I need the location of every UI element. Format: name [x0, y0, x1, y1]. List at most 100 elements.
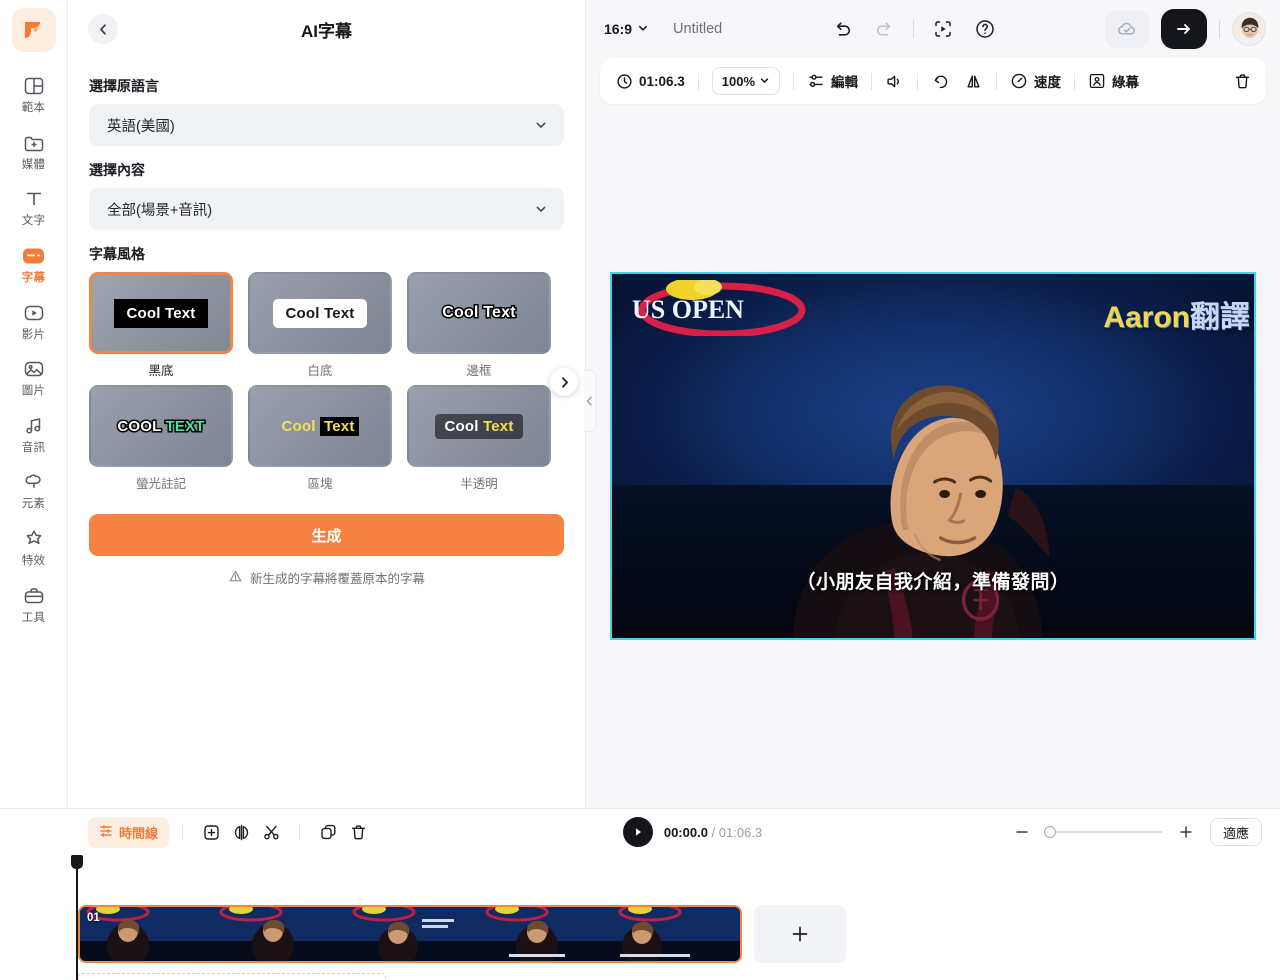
style-preview-card[interactable]: Cool Text	[248, 272, 392, 354]
style-sample-text: Cool Text	[114, 298, 208, 328]
tools-briefcase-icon	[21, 583, 47, 609]
timeline-icon	[99, 824, 113, 841]
aspect-ratio-selector[interactable]: 16:9	[604, 21, 649, 37]
timeline-region: 時間線 00:00.0 / 01:06.3 適應 01	[0, 808, 1280, 980]
timeline-clip[interactable]: 01	[78, 905, 742, 963]
style-option-block[interactable]: Cool Text 區塊	[248, 385, 392, 492]
style-preview-card[interactable]: Cool Text	[407, 272, 551, 354]
subtitle-track-placeholder[interactable]	[78, 973, 386, 980]
styles-label: 字幕風格	[89, 246, 145, 262]
cloud-save-button[interactable]	[1104, 10, 1149, 48]
timeline-tab[interactable]: 時間線	[88, 816, 170, 848]
clip-thumbnail	[479, 907, 612, 961]
play-button[interactable]	[622, 817, 653, 847]
cloud-saved-icon	[1118, 22, 1135, 35]
style-option-outline[interactable]: Cool Text 邊框	[407, 272, 551, 379]
watermark-en: Aaron	[1103, 301, 1190, 334]
zoom-level-selector[interactable]: 100%	[711, 67, 781, 95]
style-option-semi-transparent[interactable]: Cool Text 半透明	[407, 385, 551, 492]
cut-button[interactable]	[256, 817, 286, 847]
edit-button-label: 編輯	[831, 75, 859, 90]
timeline-zoom-controls: 適應	[1012, 818, 1262, 846]
preview-button[interactable]	[930, 16, 956, 42]
panel-back-button[interactable]	[88, 14, 118, 44]
style-sample-part-a: Cool	[281, 417, 320, 435]
avatar[interactable]	[1231, 12, 1266, 46]
sidebar-item-image[interactable]: 圖片	[4, 349, 64, 403]
fit-to-screen-button[interactable]: 適應	[1209, 818, 1262, 846]
us-open-logo: US OPEN	[632, 280, 806, 336]
language-select[interactable]: 英語(美國)	[89, 104, 564, 146]
sidebar-item-effects[interactable]: 特效	[4, 519, 64, 573]
style-option-label: 區塊	[307, 477, 333, 491]
sidebar-item-label: 媒體	[21, 158, 46, 171]
sidebar-item-video[interactable]: 影片	[4, 293, 64, 347]
split-button[interactable]	[226, 817, 256, 847]
style-sample-part-a: Cool	[444, 417, 483, 435]
clip-toolbar-wrap: 01:06.3 100% 編輯 速度 綠幕	[586, 58, 1280, 104]
video-canvas[interactable]: US OPEN Aaron翻譯 （小朋友自我介紹，準備發問）	[610, 272, 1256, 640]
generate-button[interactable]: 生成	[89, 514, 564, 556]
chevron-down-icon	[759, 74, 770, 89]
sidebar-item-media[interactable]: 媒體	[4, 123, 64, 177]
playhead[interactable]	[71, 855, 83, 980]
time-readout: 00:00.0 / 01:06.3	[664, 825, 762, 840]
timeline-zoom-slider[interactable]	[1043, 826, 1162, 838]
style-option-black-bg[interactable]: Cool Text 黑底	[89, 272, 233, 379]
style-option-label: 半透明	[460, 477, 498, 491]
chevron-down-icon	[534, 202, 548, 216]
clip-duration[interactable]: 01:06.3	[616, 73, 685, 90]
delete-button[interactable]	[343, 817, 373, 847]
toolbar-divider	[793, 72, 795, 90]
top-toolbar: 16:9 Untitled	[586, 0, 1280, 58]
undo-button[interactable]	[829, 16, 855, 42]
speed-button[interactable]: 速度	[1010, 71, 1061, 91]
style-option-highlight[interactable]: COOL TEXT 螢光註記	[89, 385, 233, 492]
style-preview-card[interactable]: Cool Text	[248, 385, 392, 467]
timeline-tracks: 01	[0, 855, 1280, 980]
sidebar-item-label: 元素	[21, 498, 46, 511]
sidebar-item-template[interactable]: 範本	[4, 66, 64, 120]
sidebar-item-tools[interactable]: 工具	[4, 576, 64, 630]
panel-collapse-handle[interactable]	[584, 370, 596, 432]
style-preview-card[interactable]: COOL TEXT	[89, 385, 233, 467]
sidebar-item-label: 特效	[21, 555, 46, 568]
zoom-in-button[interactable]	[1176, 822, 1196, 842]
help-button[interactable]	[972, 16, 998, 42]
content-select[interactable]: 全部(場景+音訊)	[89, 188, 564, 230]
delete-clip-button[interactable]	[1233, 72, 1252, 91]
sidebar-item-subtitle[interactable]: 字幕	[4, 236, 64, 290]
history-controls	[829, 16, 998, 42]
sidebar-item-text[interactable]: 文字	[4, 179, 64, 233]
rotate-button[interactable]	[931, 72, 950, 91]
sidebar-item-elements[interactable]: 元素	[4, 462, 64, 516]
zoom-slider-knob[interactable]	[1043, 826, 1056, 838]
sidebar-item-audio[interactable]: 音訊	[4, 406, 64, 460]
green-screen-button[interactable]: 綠幕	[1088, 71, 1139, 91]
minus-icon	[1016, 831, 1028, 833]
project-name-input[interactable]: Untitled	[673, 21, 722, 37]
redo-button[interactable]	[871, 16, 897, 42]
zoom-out-button[interactable]	[1012, 822, 1032, 842]
export-button[interactable]	[1160, 9, 1207, 49]
edit-button[interactable]: 編輯	[807, 71, 858, 91]
chevron-down-icon	[534, 118, 548, 132]
style-option-label: 邊框	[466, 364, 492, 378]
add-media-button[interactable]	[196, 817, 226, 847]
duplicate-button[interactable]	[313, 817, 343, 847]
add-clip-button[interactable]	[754, 905, 846, 963]
volume-button[interactable]	[885, 72, 904, 91]
style-carousel-next-button[interactable]	[550, 368, 578, 396]
flexclip-logo[interactable]	[11, 8, 56, 52]
subtitle-style-carousel: Cool Text 黑底 Cool Text 白底 Cool Text 邊框 C…	[89, 272, 578, 492]
chevron-right-icon	[561, 376, 568, 388]
style-sample-text: Cool Text	[281, 416, 359, 436]
video-preview-area: US OPEN Aaron翻譯 （小朋友自我介紹，準備發問）	[586, 104, 1280, 808]
style-preview-card[interactable]: Cool Text	[407, 385, 551, 467]
style-preview-card[interactable]: Cool Text	[89, 272, 233, 354]
trash-icon	[1233, 72, 1252, 91]
style-option-label: 黑底	[148, 364, 174, 378]
music-note-icon	[21, 413, 47, 439]
flip-horizontal-button[interactable]	[964, 72, 983, 91]
style-option-white-bg[interactable]: Cool Text 白底	[248, 272, 392, 379]
